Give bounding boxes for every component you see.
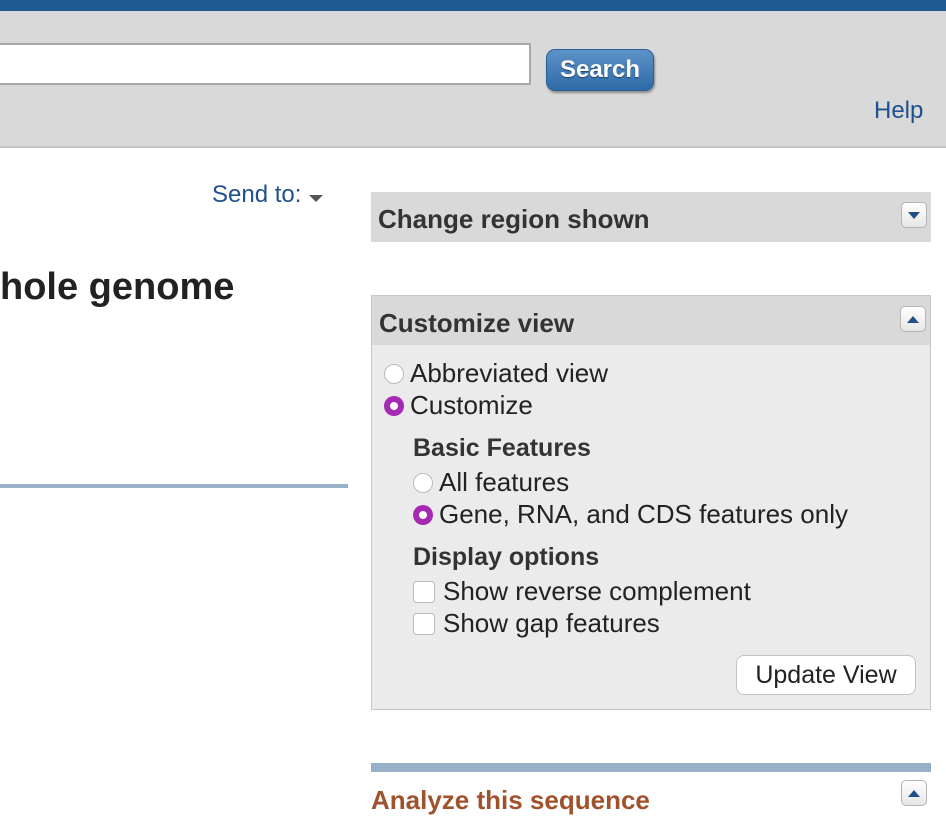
show-gap-features-option[interactable]: Show gap features: [413, 608, 660, 639]
display-options-heading: Display options: [413, 543, 600, 571]
chevron-down-icon: [309, 194, 324, 202]
change-region-title: Change region shown: [378, 204, 650, 234]
radio-checked[interactable]: [413, 504, 433, 525]
option-label: Show reverse complement: [443, 576, 751, 606]
checkbox[interactable]: [413, 612, 435, 635]
option-label: Customize: [410, 390, 533, 420]
triangle-up-icon: [908, 789, 920, 797]
search-bar: Search Help: [0, 11, 946, 148]
abbreviated-view-option[interactable]: Abbreviated view: [384, 358, 608, 389]
option-label: Abbreviated view: [410, 358, 608, 388]
radio-checked[interactable]: [384, 395, 404, 416]
triangle-down-icon: [908, 211, 920, 219]
radio-unchecked[interactable]: [384, 363, 404, 384]
expand-toggle-button[interactable]: [901, 202, 927, 228]
all-features-option[interactable]: All features: [413, 467, 569, 498]
gene-rna-cds-option[interactable]: Gene, RNA, and CDS features only: [413, 499, 848, 530]
option-label: Gene, RNA, and CDS features only: [439, 499, 848, 529]
change-region-panel-header[interactable]: Change region shown: [371, 192, 931, 242]
radio-unchecked[interactable]: [413, 472, 433, 493]
search-input[interactable]: [0, 43, 531, 85]
collapse-toggle-button[interactable]: [901, 780, 927, 806]
send-to-label: Send to:: [212, 181, 302, 208]
analyze-panel-bar: [371, 763, 931, 772]
collapse-toggle-button[interactable]: [900, 306, 926, 332]
analyze-sequence-title[interactable]: Analyze this sequence: [371, 785, 650, 816]
option-label: All features: [439, 467, 570, 497]
show-reverse-complement-option[interactable]: Show reverse complement: [413, 576, 751, 607]
top-bar: [0, 0, 946, 11]
option-label: Show gap features: [443, 608, 660, 638]
update-view-button[interactable]: Update View: [736, 655, 916, 695]
customize-view-panel-body: Abbreviated view Customize Basic Feature…: [371, 345, 931, 710]
checkbox[interactable]: [413, 580, 435, 603]
send-to-menu[interactable]: Send to:: [212, 181, 324, 209]
customize-view-panel-header[interactable]: Customize view: [371, 295, 931, 345]
customize-view-title: Customize view: [379, 308, 575, 338]
page-title: hole genome: [0, 266, 235, 308]
help-link[interactable]: Help: [874, 97, 923, 125]
search-button[interactable]: Search: [546, 49, 654, 91]
customize-option[interactable]: Customize: [384, 390, 533, 421]
basic-features-heading: Basic Features: [413, 434, 591, 462]
divider: [0, 484, 348, 488]
triangle-up-icon: [907, 315, 919, 323]
